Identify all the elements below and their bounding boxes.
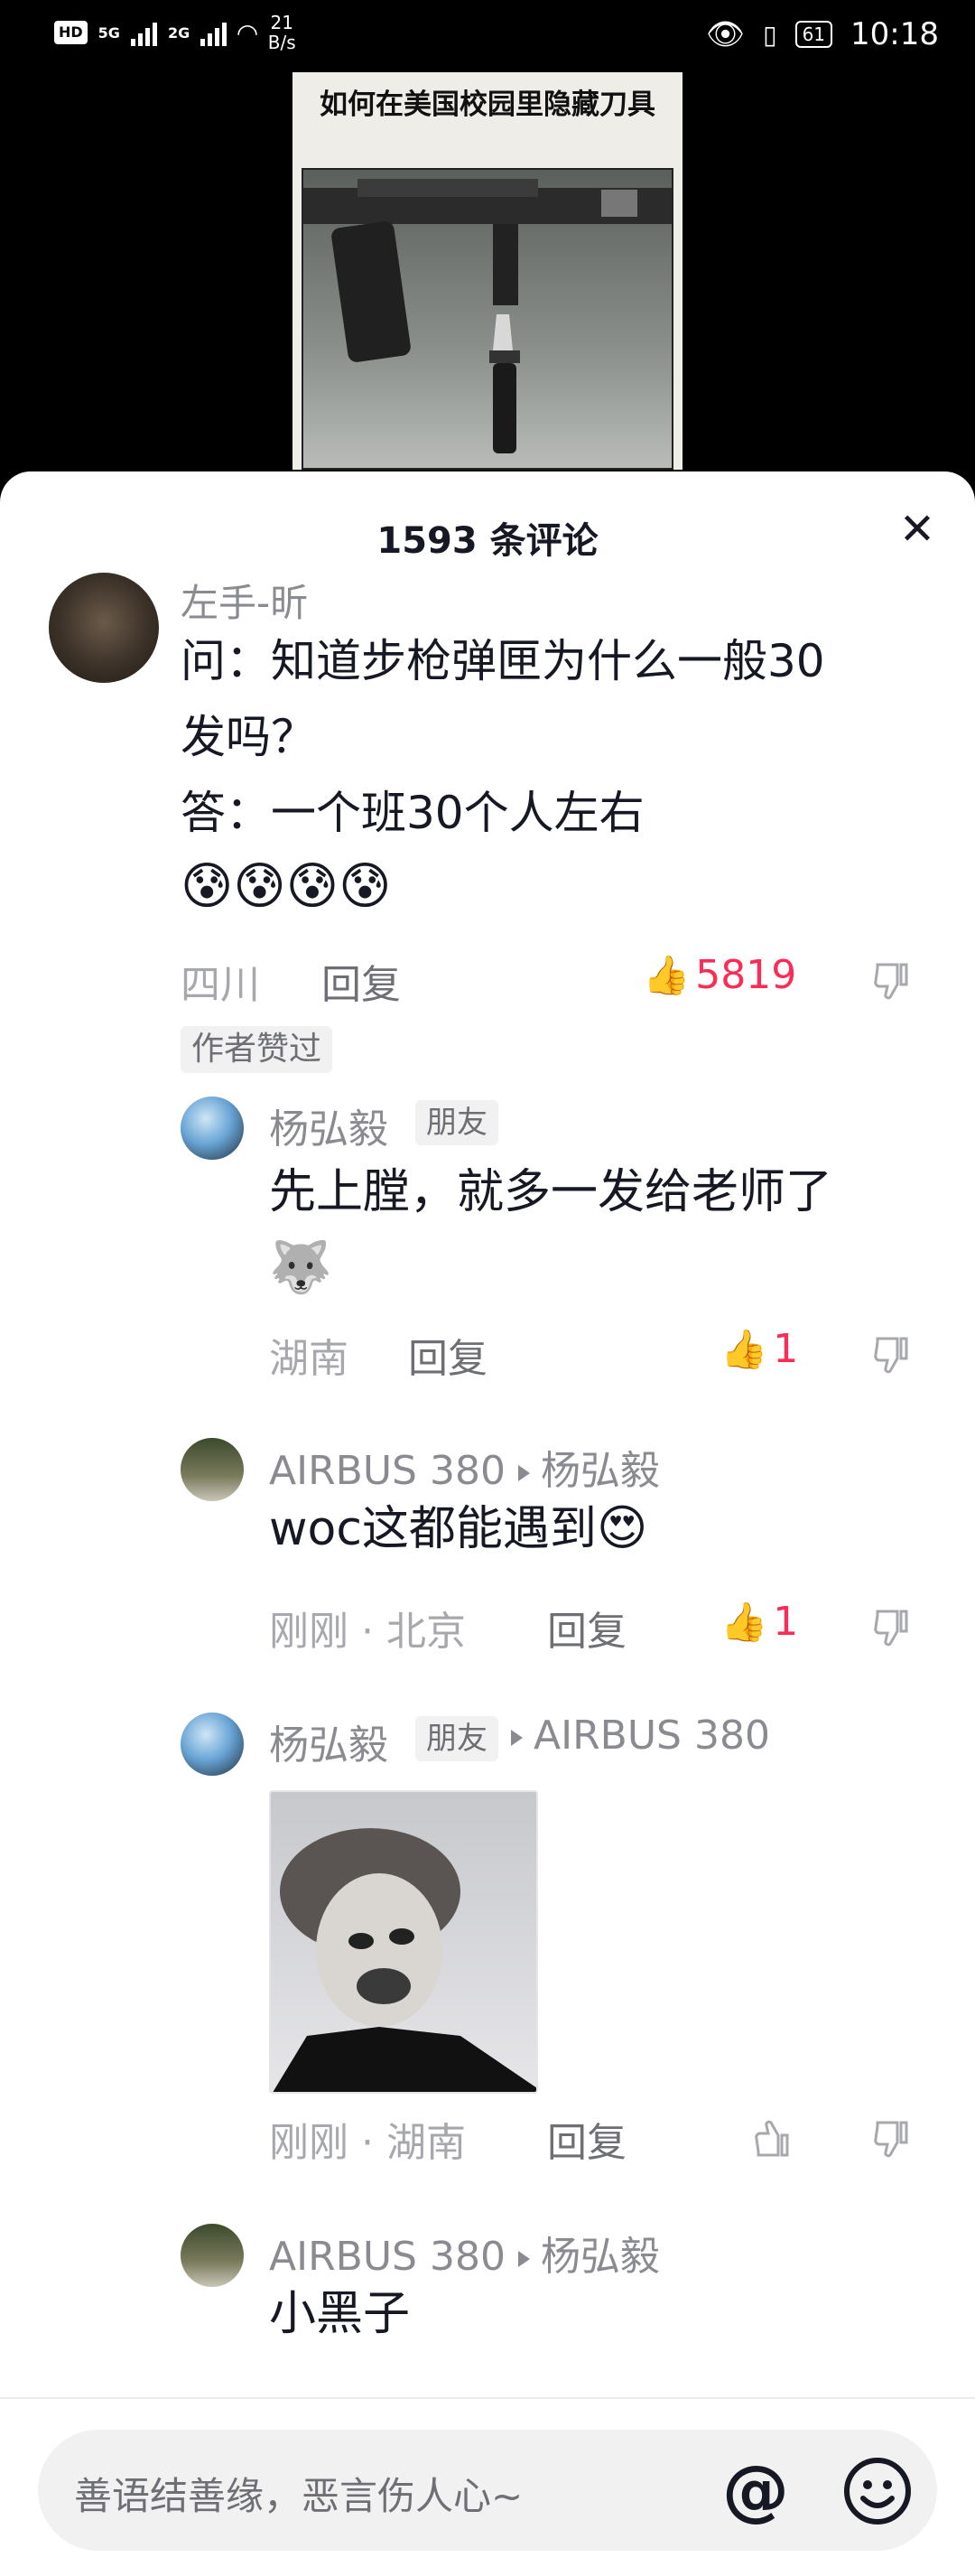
avatar[interactable] [181, 1097, 244, 1160]
avatar[interactable] [181, 1713, 244, 1776]
mention-button[interactable]: @ [717, 2451, 794, 2529]
comment-username[interactable]: 左手-昕 [181, 573, 308, 628]
wifi-icon: ◠ [237, 17, 257, 48]
like-count: 1 [773, 1599, 799, 1645]
network-label: 5G [98, 23, 120, 42]
reply-target: AIRBUS 380 [511, 1713, 770, 1759]
emoji-icon[interactable] [841, 2455, 914, 2527]
friend-badge: 朋友 [415, 1100, 498, 1145]
thumb-down-icon[interactable] [870, 2117, 914, 2161]
network-speed: 21 B/s [267, 12, 296, 53]
reply-button[interactable]: 回复 [547, 1599, 627, 1657]
reply-location: 湖南 [385, 2120, 466, 2166]
meme-face-image [273, 1828, 536, 2092]
close-icon[interactable]: ✕ [892, 504, 942, 555]
reply-button[interactable]: 回复 [321, 952, 401, 1010]
reply-arrow-icon [517, 1465, 530, 1481]
comment-input[interactable]: 善语结善缘，恶言伤人心~ @ [38, 2430, 937, 2551]
reply-emoji: 😍 [596, 1499, 648, 1556]
comment-sheet: 1593 条评论 ✕ 左手-昕 问：知道步枪弹匣为什么一般30 发吗？ 答：一个… [0, 471, 975, 2576]
battery-icon: 61 [794, 21, 833, 48]
thumb-up-icon: 👍 [643, 952, 691, 997]
reply-arrow-icon [517, 2251, 530, 2267]
rifle-and-knife-image [303, 179, 672, 453]
hd-icon: HD [54, 21, 88, 44]
vibrate-icon: ▯ [763, 19, 777, 50]
reply-location: 北京 [385, 1609, 466, 1655]
video-preview[interactable]: 如何在美国校园里隐藏刀具 [292, 72, 682, 470]
reply-text: 小黑子 [269, 2287, 411, 2341]
reply-arrow-icon [511, 1730, 523, 1746]
reply-time: 刚刚 [269, 2120, 348, 2166]
like-button[interactable]: 👍 5819 [643, 952, 796, 998]
reply-time: 刚刚 [269, 1609, 348, 1655]
comment-count-title: 1593 条评论 [376, 520, 599, 562]
reply-username[interactable]: 杨弘毅 [269, 1097, 388, 1154]
video-frame-image [302, 168, 673, 470]
status-bar: HD 5G 2G ◠ 21 B/s 👁 ▯ 61 10:18 [0, 0, 975, 72]
reply-header: AIRBUS 380 杨弘毅 [269, 1438, 660, 1496]
time: 10:18 [850, 16, 939, 52]
like-button[interactable]: 👍 1 [720, 1326, 798, 1372]
reply-emoji: 🐺 [269, 1238, 332, 1297]
thumb-down-icon[interactable] [870, 959, 914, 1003]
signal-icon [130, 19, 157, 46]
reply-text: woc这都能遇到😍 [269, 1490, 647, 1567]
reply-username[interactable]: AIRBUS 380 [269, 2234, 506, 2280]
thumb-down-icon[interactable] [870, 1606, 914, 1649]
reply-username[interactable]: 杨弘毅 [269, 1722, 388, 1769]
friend-badge: 朋友 [415, 1716, 498, 1761]
comment-text-line-3: 答：一个班30个人左右 [181, 787, 645, 839]
thumb-down-icon[interactable] [870, 1333, 914, 1377]
comment-location: 四川 [181, 962, 260, 1008]
signal2-icon [200, 19, 228, 46]
reply-header: AIRBUS 380 杨弘毅 [269, 2224, 660, 2282]
reply-meta: 刚刚 · 湖南 [269, 2120, 466, 2166]
reply-to-username[interactable]: AIRBUS 380 [534, 1713, 770, 1759]
reply-meta: 刚刚 · 北京 [269, 1609, 466, 1655]
comment-emojis: 😰😰😰😰 [181, 857, 392, 916]
comment-input-bar: 善语结善缘，恶言伤人心~ @ [0, 2397, 975, 2576]
like-button[interactable]: 👍 1 [720, 1599, 798, 1645]
reply-image[interactable] [269, 1790, 538, 2094]
like-count: 5819 [695, 952, 797, 998]
avatar[interactable] [49, 573, 159, 683]
eye-icon: 👁 [705, 16, 746, 52]
thumb-up-icon: 👍 [720, 1326, 768, 1371]
comment-text-line-2: 发吗？ [181, 711, 316, 763]
reply-button[interactable]: 回复 [547, 2110, 627, 2168]
comment-text-line-1: 问：知道步枪弹匣为什么一般30 [181, 635, 825, 687]
reply-to-username[interactable]: 杨弘毅 [541, 2234, 660, 2280]
network2-label: 2G [167, 23, 190, 42]
reply-text: 先上膛，就多一发给老师了 [269, 1165, 833, 1219]
reply-location: 湖南 [269, 1336, 348, 1382]
thumb-up-icon: 👍 [720, 1599, 768, 1644]
author-liked-tag: 作者赞过 [181, 1026, 333, 1073]
reply-header: 杨弘毅 [269, 1713, 388, 1770]
reply-to-username[interactable]: 杨弘毅 [541, 1448, 660, 1494]
video-overlay-title: 如何在美国校园里隐藏刀具 [320, 89, 655, 121]
reply-button[interactable]: 回复 [408, 1326, 488, 1384]
avatar[interactable] [181, 2224, 244, 2287]
thumb-up-icon[interactable] [751, 2117, 794, 2161]
reply-username[interactable]: AIRBUS 380 [269, 1448, 506, 1494]
input-placeholder: 善语结善缘，恶言伤人心~ [74, 2474, 524, 2518]
avatar[interactable] [181, 1438, 244, 1501]
like-count: 1 [773, 1326, 799, 1372]
